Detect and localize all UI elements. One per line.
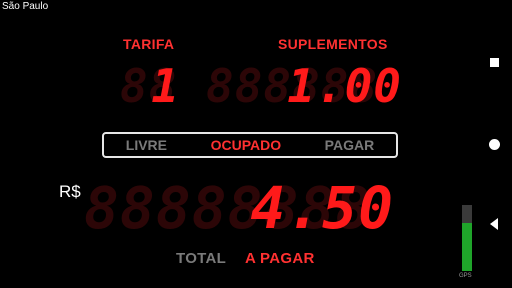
status-livre[interactable]: LIVRE	[126, 137, 167, 153]
total-display-value: 4.50	[250, 176, 394, 240]
a-pagar-label: A PAGAR	[245, 250, 315, 267]
total-label: TOTAL	[176, 250, 227, 267]
tarifa-label: TARIFA	[123, 36, 175, 52]
status-pagar[interactable]: PAGAR	[325, 137, 375, 153]
home-button[interactable]	[484, 134, 504, 154]
tarifa-display-value: 1	[151, 59, 180, 113]
gps-label: GPS	[459, 273, 472, 279]
back-triangle-icon	[490, 218, 498, 230]
android-nav-bar	[484, 50, 504, 250]
recents-square-icon	[489, 57, 499, 67]
gps-signal-bar	[462, 223, 472, 271]
suplementos-label: SUPLEMENTOS	[278, 36, 388, 52]
recents-button[interactable]	[484, 52, 504, 72]
status-ocupado[interactable]: OCUPADO	[211, 137, 282, 153]
home-circle-icon	[488, 138, 500, 150]
suplementos-display: 888888 1.00	[206, 58, 402, 114]
total-display: 88888888 4.50	[84, 176, 394, 240]
city-label: São Paulo	[2, 1, 49, 12]
suplementos-display-value: 1.00	[287, 59, 402, 113]
taxi-status-bar: LIVRE OCUPADO PAGAR	[102, 132, 398, 158]
back-button[interactable]	[484, 214, 504, 234]
currency-symbol: R$	[59, 182, 81, 201]
tarifa-display: 88 1	[120, 58, 180, 114]
